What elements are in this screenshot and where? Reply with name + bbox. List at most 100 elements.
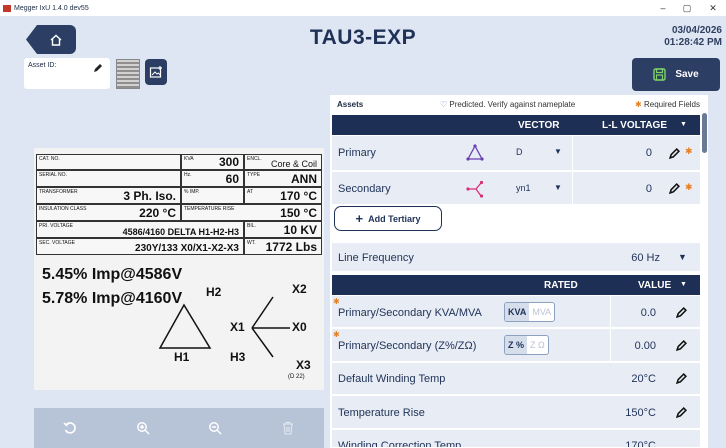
pencil-icon[interactable] [676, 307, 687, 318]
predicted-note: ♡ Predicted. Verify against nameplate [440, 100, 575, 109]
add-photo-icon [149, 66, 162, 78]
required-star-icon: ✱ [333, 330, 340, 339]
add-tertiary-label: Add Tertiary [368, 213, 421, 224]
secondary-voltage-value[interactable]: 0 [646, 183, 652, 195]
secondary-label: Secondary [338, 183, 391, 195]
required-star-icon: ✱ [333, 297, 340, 306]
predicted-text: Predicted. Verify against nameplate [449, 100, 576, 109]
divider [610, 296, 611, 327]
rotate-icon[interactable] [63, 421, 77, 435]
impedance-row: ✱ Primary/Secondary (Z%/ZΩ) Z % Z Ω 0.00 [332, 329, 700, 362]
window-titlebar: Megger IxU 1.4.0 dev55 – ▢ ✕ [0, 0, 726, 16]
required-star-icon: ✱ [685, 182, 693, 192]
impedance-label: Primary/Secondary (Z%/ZΩ) [338, 340, 477, 352]
maximize-button[interactable]: ▢ [676, 0, 698, 16]
nameplate-code: (D 22) [288, 374, 305, 380]
line-frequency-value[interactable]: 60 Hz [631, 252, 660, 264]
divider [572, 136, 573, 170]
kva-value[interactable]: 0.0 [641, 307, 656, 319]
assets-title: Assets [337, 100, 364, 109]
app-icon [3, 4, 11, 12]
asset-panel: Assets ♡ Predicted. Verify against namep… [330, 95, 708, 448]
h1-label: H1 [174, 350, 190, 364]
secondary-vector-select[interactable]: yn1 [516, 183, 531, 193]
primary-voltage-value[interactable]: 0 [646, 147, 652, 159]
primary-label: Primary [338, 147, 376, 159]
page-title: TAU3-EXP [309, 26, 417, 49]
secondary-row: Secondary yn1 ▼ 0 ✱ [332, 172, 700, 205]
primary-row: Primary D ▼ 0 ✱ [332, 136, 700, 171]
add-image-button[interactable] [145, 59, 167, 85]
datetime: 03/04/2026 01:28:42 PM [664, 25, 722, 49]
pencil-icon[interactable] [669, 148, 680, 159]
zoom-out-icon[interactable] [208, 421, 222, 435]
zoom-in-icon[interactable] [136, 421, 150, 435]
winding-correction-value[interactable]: 170°C [625, 440, 656, 447]
impedance-value[interactable]: 0.00 [635, 340, 656, 352]
winding-temp-value[interactable]: 20°C [631, 373, 656, 385]
save-button[interactable]: Save [632, 58, 720, 91]
asset-id-label: Asset ID: [28, 62, 57, 69]
window-title: Megger IxU 1.4.0 dev55 [14, 4, 89, 12]
delta-icon [466, 144, 484, 161]
rated-table-header: RATED VALUE ▼ [332, 275, 700, 295]
pencil-icon[interactable] [676, 373, 687, 384]
minimize-button[interactable]: – [652, 0, 674, 16]
predicted-icon: ♡ [440, 100, 448, 109]
nameplate-photo: CAT. NO. KVA 300 ENCL. Core & Coil SERIAL … [34, 148, 324, 390]
required-note: ✱ Required Fields [635, 100, 700, 109]
rated-header: RATED [544, 280, 578, 291]
mva-option[interactable]: MVA [529, 303, 554, 321]
chevron-down-icon[interactable]: ▼ [554, 183, 562, 192]
sort-caret-icon[interactable]: ▼ [680, 121, 687, 128]
z-percent-option[interactable]: Z % [505, 336, 528, 354]
required-star-icon: ✱ [635, 100, 642, 109]
time-text: 01:28:42 PM [664, 37, 722, 48]
kva-label: Primary/Secondary KVA/MVA [338, 307, 482, 319]
line-frequency-label: Line Frequency [338, 252, 414, 264]
nameplate-thumbnail[interactable] [116, 59, 140, 89]
asset-id-field[interactable]: Asset ID: [24, 58, 110, 89]
vector-header: VECTOR [518, 120, 560, 131]
winding-correction-row: Winding Correction Temp 170°C [332, 430, 700, 448]
date-text: 03/04/2026 [671, 25, 722, 36]
winding-temp-label: Default Winding Temp [338, 373, 446, 385]
temperature-rise-label: Temperature Rise [338, 407, 425, 419]
h2-label: H2 [206, 285, 222, 299]
value-header: VALUE [638, 280, 672, 291]
chevron-down-icon[interactable]: ▼ [554, 147, 562, 156]
pencil-icon[interactable] [676, 340, 687, 351]
plus-icon: + [355, 211, 364, 226]
h3-label: H3 [230, 350, 246, 364]
save-label: Save [675, 69, 699, 80]
divider [572, 172, 573, 204]
close-button[interactable]: ✕ [702, 0, 724, 16]
delete-icon[interactable] [281, 421, 295, 435]
vector-table-header: VECTOR L-L VOLTAGE ▼ [332, 115, 700, 135]
line-frequency-row: Line Frequency 60 Hz ▼ [332, 243, 700, 272]
x3-label: X3 [296, 358, 311, 372]
temperature-rise-value[interactable]: 150°C [625, 407, 656, 419]
kva-row: ✱ Primary/Secondary KVA/MVA KVA MVA 0.0 [332, 296, 700, 328]
save-icon [653, 68, 667, 81]
winding-correction-label: Winding Correction Temp [338, 440, 462, 448]
primary-vector-select[interactable]: D [516, 147, 523, 157]
pencil-icon[interactable] [676, 407, 687, 418]
pencil-icon[interactable] [93, 63, 103, 73]
scrollbar[interactable] [702, 113, 707, 153]
z-ohm-option[interactable]: Z Ω [527, 336, 548, 354]
kva-option[interactable]: KVA [505, 303, 530, 321]
image-toolbar [34, 408, 324, 448]
sort-caret-icon[interactable]: ▼ [680, 281, 687, 288]
impedance-unit-toggle[interactable]: Z % Z Ω [504, 335, 549, 355]
required-text: Required Fields [643, 100, 700, 109]
x0-label: X0 [292, 320, 307, 334]
divider [610, 329, 611, 361]
pencil-icon[interactable] [669, 183, 680, 194]
winding-temp-row: Default Winding Temp 20°C [332, 363, 700, 395]
llv-header: L-L VOLTAGE [602, 120, 667, 131]
add-tertiary-button[interactable]: + Add Tertiary [334, 206, 442, 231]
kva-unit-toggle[interactable]: KVA MVA [504, 302, 556, 322]
chevron-down-icon[interactable]: ▼ [678, 252, 687, 262]
x2-label: X2 [292, 282, 307, 296]
